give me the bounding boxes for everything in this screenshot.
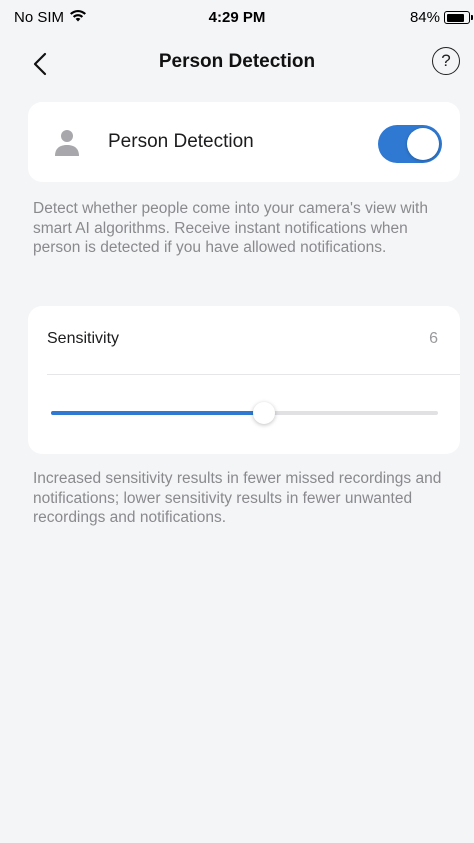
sensitivity-value: 6: [429, 330, 438, 347]
sensitivity-slider[interactable]: [51, 402, 438, 426]
battery-percent: 84%: [409, 9, 440, 26]
person-detection-toggle[interactable]: [378, 125, 442, 163]
nav-bar: Person Detection ?: [0, 40, 474, 84]
status-time: 4:29 PM: [208, 9, 266, 26]
divider: [47, 374, 460, 375]
person-detection-description: Detect whether people come into your cam…: [33, 200, 428, 256]
slider-thumb[interactable]: [252, 402, 275, 424]
sensitivity-description: Increased sensitivity results in fewer m…: [33, 470, 442, 526]
help-icon: ?: [441, 51, 451, 70]
sensitivity-card: Sensitivity 6: [28, 306, 460, 454]
status-right: 84%: [409, 9, 473, 26]
status-bar: No SIM 4:29 PM 84%: [0, 0, 474, 34]
page-title: Person Detection: [158, 51, 316, 72]
help-button[interactable]: ?: [432, 47, 460, 75]
slider-fill: [51, 411, 264, 415]
sensitivity-label: Sensitivity: [47, 330, 120, 347]
person-detection-card: Person Detection: [28, 102, 460, 182]
toggle-knob: [407, 128, 439, 160]
battery-icon: [444, 11, 473, 24]
person-detection-label: Person Detection: [108, 131, 254, 152]
person-icon: [55, 130, 79, 156]
